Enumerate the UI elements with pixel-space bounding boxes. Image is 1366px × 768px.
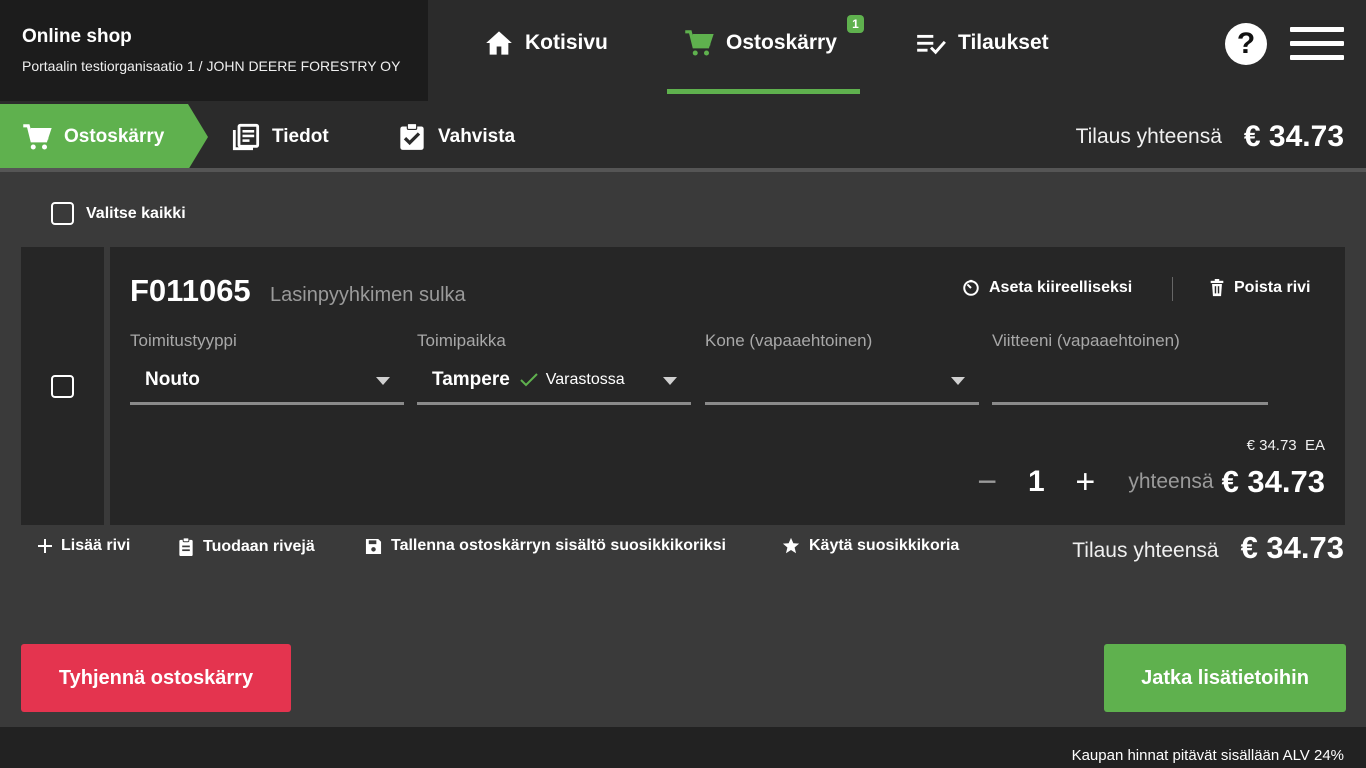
clipboard-icon — [179, 537, 193, 556]
chevron-down-icon — [663, 377, 677, 385]
delivery-type-label: Toimitustyyppi — [130, 331, 237, 350]
clear-cart-button[interactable]: Tyhjennä ostoskärry — [21, 644, 291, 712]
location-field: Toimipaikka Tampere Varastossa — [417, 331, 691, 406]
nav-cart-label: Ostoskärry — [726, 31, 837, 54]
step-confirm[interactable]: Vahvista — [398, 104, 515, 170]
delivery-type-select[interactable]: Nouto — [130, 357, 404, 405]
unit-label: EA — [1304, 437, 1325, 454]
checkout-steps: Ostoskärry Tiedot Vahvista Tilaus yhteen… — [0, 101, 1366, 170]
clipboard-check-icon — [400, 123, 424, 150]
step-info-label: Tiedot — [272, 126, 329, 147]
quantity-value[interactable]: 1 — [1002, 465, 1070, 499]
continue-button[interactable]: Jatka lisätietoihin — [1104, 644, 1346, 712]
use-favorite-button[interactable]: Käytä suosikkikoria — [782, 537, 959, 555]
order-total-label: Tilaus yhteensä — [1075, 125, 1222, 148]
document-icon — [232, 123, 260, 151]
unit-price: € 34.73 EA — [1247, 437, 1325, 454]
summary-total-label: Tilaus yhteensä — [1072, 539, 1219, 562]
product-name: Lasinpyyhkimen sulka — [270, 284, 466, 306]
order-total-header: Tilaus yhteensä € 34.73 — [1076, 104, 1344, 170]
delivery-type-field: Toimitustyyppi Nouto — [130, 331, 404, 406]
decrease-quantity-button[interactable]: − — [972, 463, 1002, 502]
menu-bar — [1290, 55, 1344, 60]
steps-divider — [0, 168, 1366, 172]
cart-icon — [685, 30, 714, 56]
menu-bar — [1290, 27, 1344, 32]
action-separator — [1172, 277, 1173, 301]
shop-title: Online shop — [22, 26, 132, 47]
reference-field: Viitteeni (vapaaehtoinen) — [992, 331, 1268, 406]
home-icon — [486, 31, 512, 55]
nav-orders[interactable]: Tilaukset — [916, 26, 1049, 60]
cart-icon — [23, 124, 52, 150]
remove-row-label: Poista rivi — [1234, 279, 1311, 296]
nav-cart[interactable]: Ostoskärry — [684, 26, 837, 60]
chevron-down-icon — [951, 377, 965, 385]
save-favorite-label: Tallenna ostoskärryn sisältö suosikkikor… — [391, 537, 726, 554]
set-urgent-label: Aseta kiireelliseksi — [989, 279, 1133, 296]
location-select[interactable]: Tampere Varastossa — [417, 357, 691, 405]
row-total-label: yhteensä — [1128, 470, 1214, 493]
nav-active-indicator — [667, 89, 860, 94]
nav-home[interactable]: Kotisivu — [485, 26, 608, 60]
import-rows-label: Tuodaan rivejä — [203, 537, 315, 555]
timer-icon — [963, 279, 979, 296]
orders-icon — [917, 34, 946, 55]
location-value: Tampere — [432, 369, 510, 390]
chevron-down-icon — [376, 377, 390, 385]
help-button[interactable]: ? — [1225, 23, 1267, 65]
use-favorite-label: Käytä suosikkikoria — [809, 537, 960, 554]
organization-name: Portaalin testiorganisaatio 1 / JOHN DEE… — [22, 58, 401, 74]
star-icon — [782, 537, 800, 554]
add-row-button[interactable]: Lisää rivi — [38, 537, 130, 555]
quantity-row: − 1 + yhteensä € 34.73 — [972, 457, 1325, 507]
footer: Kaupan hinnat pitävät sisällään ALV 24% — [0, 727, 1366, 768]
order-total-value: € 34.73 — [1243, 120, 1344, 153]
cart-row: F011065 Lasinpyyhkimen sulka Aseta kiire… — [110, 247, 1345, 525]
step-info[interactable]: Tiedot — [232, 104, 329, 170]
reference-label: Viitteeni (vapaaehtoinen) — [992, 331, 1180, 350]
add-row-label: Lisää rivi — [61, 537, 131, 554]
vat-note: Kaupan hinnat pitävät sisällään ALV 24% — [1071, 747, 1344, 764]
row-select-panel — [21, 247, 104, 525]
import-rows-button[interactable]: Tuodaan rivejä — [178, 537, 315, 556]
select-all-label: Valitse kaikki — [86, 204, 186, 222]
delivery-type-value: Nouto — [145, 369, 200, 390]
set-urgent-button[interactable]: Aseta kiireelliseksi — [962, 279, 1132, 297]
plus-icon — [38, 539, 52, 553]
top-bar: Online shop Portaalin testiorganisaatio … — [0, 0, 1366, 101]
check-icon — [520, 373, 538, 387]
cart-count-badge: 1 — [847, 15, 864, 33]
reference-input[interactable] — [992, 357, 1268, 405]
row-checkbox[interactable] — [51, 375, 74, 398]
stock-status: Varastossa — [545, 371, 625, 388]
summary-total-value: € 34.73 — [1240, 530, 1344, 565]
location-label: Toimipaikka — [417, 331, 506, 350]
step-cart[interactable]: Ostoskärry — [22, 104, 164, 170]
select-all[interactable]: Valitse kaikki — [51, 202, 186, 225]
trash-icon — [1210, 279, 1224, 297]
machine-field: Kone (vapaaehtoinen) — [705, 331, 979, 406]
row-total-value: € 34.73 — [1221, 464, 1325, 499]
save-icon — [365, 538, 382, 554]
machine-select[interactable] — [705, 357, 979, 405]
remove-row-button[interactable]: Poista rivi — [1209, 279, 1310, 297]
menu-button[interactable] — [1290, 27, 1344, 61]
machine-label: Kone (vapaaehtoinen) — [705, 331, 873, 350]
step-confirm-label: Vahvista — [438, 126, 516, 147]
product-code: F011065 — [130, 273, 251, 308]
step-cart-label: Ostoskärry — [64, 126, 165, 147]
save-favorite-button[interactable]: Tallenna ostoskärryn sisältö suosikkikor… — [365, 537, 726, 555]
select-all-checkbox[interactable] — [51, 202, 74, 225]
unit-price-value: € 34.73 — [1246, 437, 1297, 454]
nav-home-label: Kotisivu — [525, 31, 608, 54]
nav-orders-label: Tilaukset — [958, 31, 1049, 54]
increase-quantity-button[interactable]: + — [1070, 463, 1100, 502]
menu-bar — [1290, 41, 1344, 46]
organization-panel: Online shop Portaalin testiorganisaatio … — [0, 0, 428, 101]
order-total-summary: Tilaus yhteensä € 34.73 — [1072, 530, 1344, 566]
